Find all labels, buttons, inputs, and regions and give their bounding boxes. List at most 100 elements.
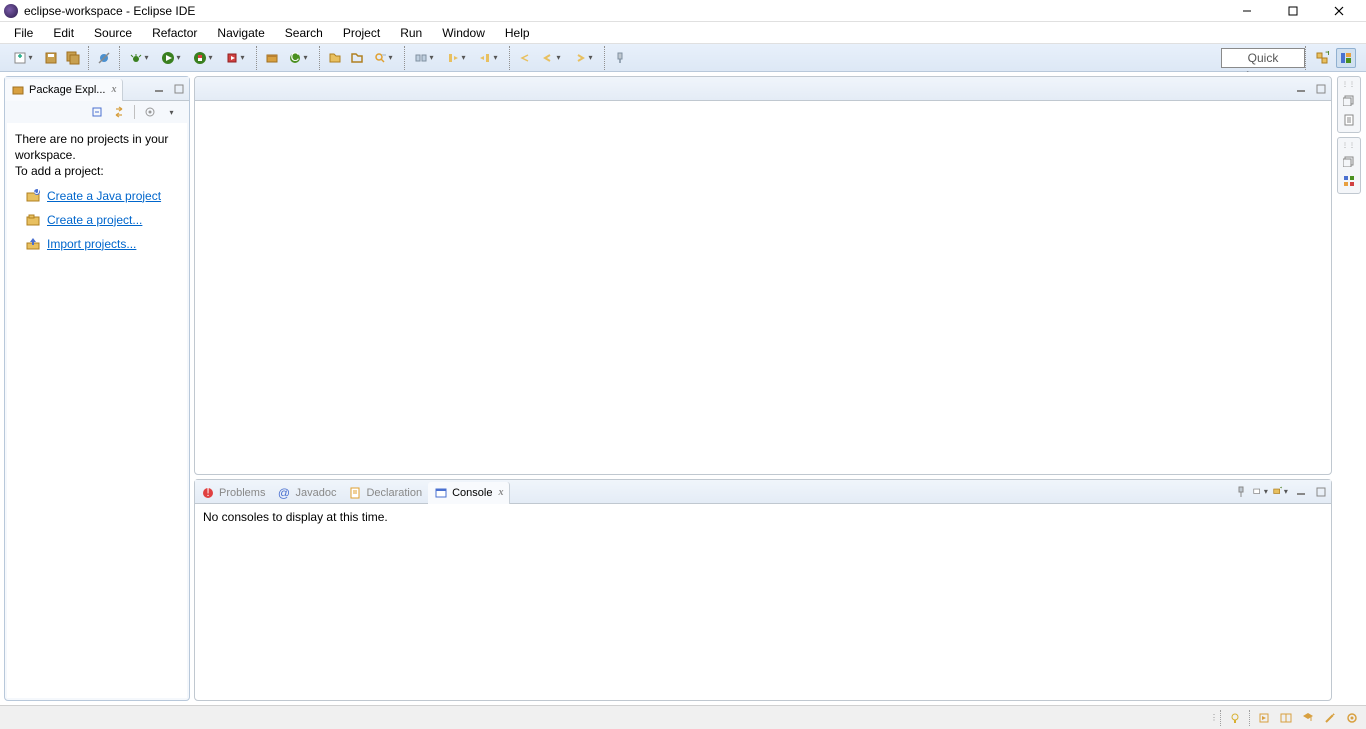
javadoc-tab[interactable]: @ Javadoc [271,482,342,504]
declaration-tab-label: Declaration [366,487,422,499]
bottom-panel: ! Problems @ Javadoc Declaration Console… [194,479,1332,701]
save-all-button[interactable] [63,48,83,68]
last-edit-button[interactable] [515,48,535,68]
svg-text:@: @ [278,486,290,500]
window-title: eclipse-workspace - Eclipse IDE [24,4,195,18]
open-task-button[interactable] [347,48,367,68]
tutorials-button[interactable] [1300,710,1316,726]
task-list-button[interactable] [1341,112,1357,128]
console-tab-label: Console [452,487,492,499]
menu-help[interactable]: Help [495,24,540,42]
grip-icon: ⋮ [1210,713,1220,722]
declaration-tab[interactable]: Declaration [342,482,428,504]
back-button[interactable]: ▾ [537,48,567,68]
menu-source[interactable]: Source [84,24,142,42]
prev-annotation-button[interactable]: ▾ [474,48,504,68]
menu-refactor[interactable]: Refactor [142,24,207,42]
focus-task-button[interactable] [141,103,159,121]
package-icon [11,83,25,97]
window-close-button[interactable] [1316,1,1362,21]
svg-text:+: + [1325,51,1329,59]
quick-access-input[interactable]: Quick Access [1221,48,1305,68]
javadoc-tab-label: Javadoc [295,487,336,499]
editor-minimize-button[interactable] [1293,81,1309,97]
new-java-package-button[interactable] [262,48,282,68]
package-explorer-tab[interactable]: Package Expl... x [5,79,123,101]
editor-area [194,76,1332,475]
console-empty-msg: No consoles to display at this time. [203,510,388,524]
toggle-editor-button[interactable]: ▾ [410,48,440,68]
console-icon [434,486,448,500]
empty-workspace-msg1: There are no projects in your workspace. [15,131,179,163]
menu-project[interactable]: Project [333,24,390,42]
restore-button-2[interactable] [1341,153,1357,169]
create-project-link[interactable]: Create a project... [47,213,142,227]
open-console-button[interactable]: +▾ [1273,484,1289,500]
pin-console-button[interactable] [1233,484,1249,500]
link-editor-button[interactable] [110,103,128,121]
svg-text:+: + [1280,486,1282,493]
work-area: Package Expl... x ▾ There are no project… [0,72,1366,705]
project-icon [25,212,41,228]
window-minimize-button[interactable] [1224,1,1270,21]
samples-button[interactable] [1256,710,1272,726]
new-button[interactable]: ▾ [9,48,39,68]
svg-text:J: J [34,188,40,197]
maximize-view-button[interactable] [171,81,187,97]
pin-editor-button[interactable] [610,48,630,68]
settings-button[interactable] [1344,710,1360,726]
coverage-button[interactable]: ▾ [189,48,219,68]
console-tab[interactable]: Console x [428,482,510,504]
create-java-project-link[interactable]: Create a Java project [47,189,161,203]
package-explorer-view: Package Expl... x ▾ There are no project… [4,76,190,701]
menu-file[interactable]: File [4,24,43,42]
search-button[interactable]: ▾ [369,48,399,68]
external-tools-button[interactable]: ▾ [221,48,251,68]
run-button[interactable]: ▾ [157,48,187,68]
bottom-minimize-button[interactable] [1293,484,1309,500]
problems-tab-label: Problems [219,487,265,499]
right-trim-stack: ⋮⋮ ⋮⋮ [1336,76,1362,701]
javadoc-icon: @ [277,486,291,500]
svg-text:!: ! [206,486,209,499]
menu-run[interactable]: Run [390,24,432,42]
restore-button[interactable] [1341,92,1357,108]
minimize-view-button[interactable] [151,81,167,97]
import-projects-link[interactable]: Import projects... [47,237,136,251]
skip-breakpoints-button[interactable] [94,48,114,68]
forward-button[interactable]: ▾ [569,48,599,68]
next-annotation-button[interactable]: ▾ [442,48,472,68]
menu-window[interactable]: Window [432,24,495,42]
display-selected-console-button[interactable]: ▾ [1253,484,1269,500]
status-bar: ⋮ [0,705,1366,729]
menu-search[interactable]: Search [275,24,333,42]
svg-text:C: C [290,51,299,64]
menu-navigate[interactable]: Navigate [207,24,274,42]
package-explorer-body: There are no projects in your workspace.… [7,123,187,698]
bottom-maximize-button[interactable] [1313,484,1329,500]
collapse-all-button[interactable] [88,103,106,121]
open-perspective-button[interactable]: + [1312,48,1332,68]
tip-of-day-button[interactable] [1227,710,1243,726]
view-menu-button[interactable]: ▾ [163,103,181,121]
new-class-button[interactable]: C▾ [284,48,314,68]
editor-maximize-button[interactable] [1313,81,1329,97]
import-icon [25,236,41,252]
whats-new-button[interactable] [1278,710,1294,726]
window-titlebar: eclipse-workspace - Eclipse IDE [0,0,1366,22]
java-perspective-button[interactable] [1336,48,1356,68]
outline-button[interactable] [1341,173,1357,189]
java-project-icon: J [25,188,41,204]
save-button[interactable] [41,48,61,68]
debug-button[interactable]: ▾ [125,48,155,68]
console-body: No consoles to display at this time. [195,504,1331,700]
close-icon[interactable]: x [498,487,503,498]
problems-icon: ! [201,486,215,500]
edit-button[interactable] [1322,710,1338,726]
open-type-button[interactable] [325,48,345,68]
close-icon[interactable]: x [111,84,116,95]
menu-edit[interactable]: Edit [43,24,84,42]
problems-tab[interactable]: ! Problems [195,482,271,504]
window-maximize-button[interactable] [1270,1,1316,21]
package-explorer-toolbar: ▾ [5,101,189,123]
